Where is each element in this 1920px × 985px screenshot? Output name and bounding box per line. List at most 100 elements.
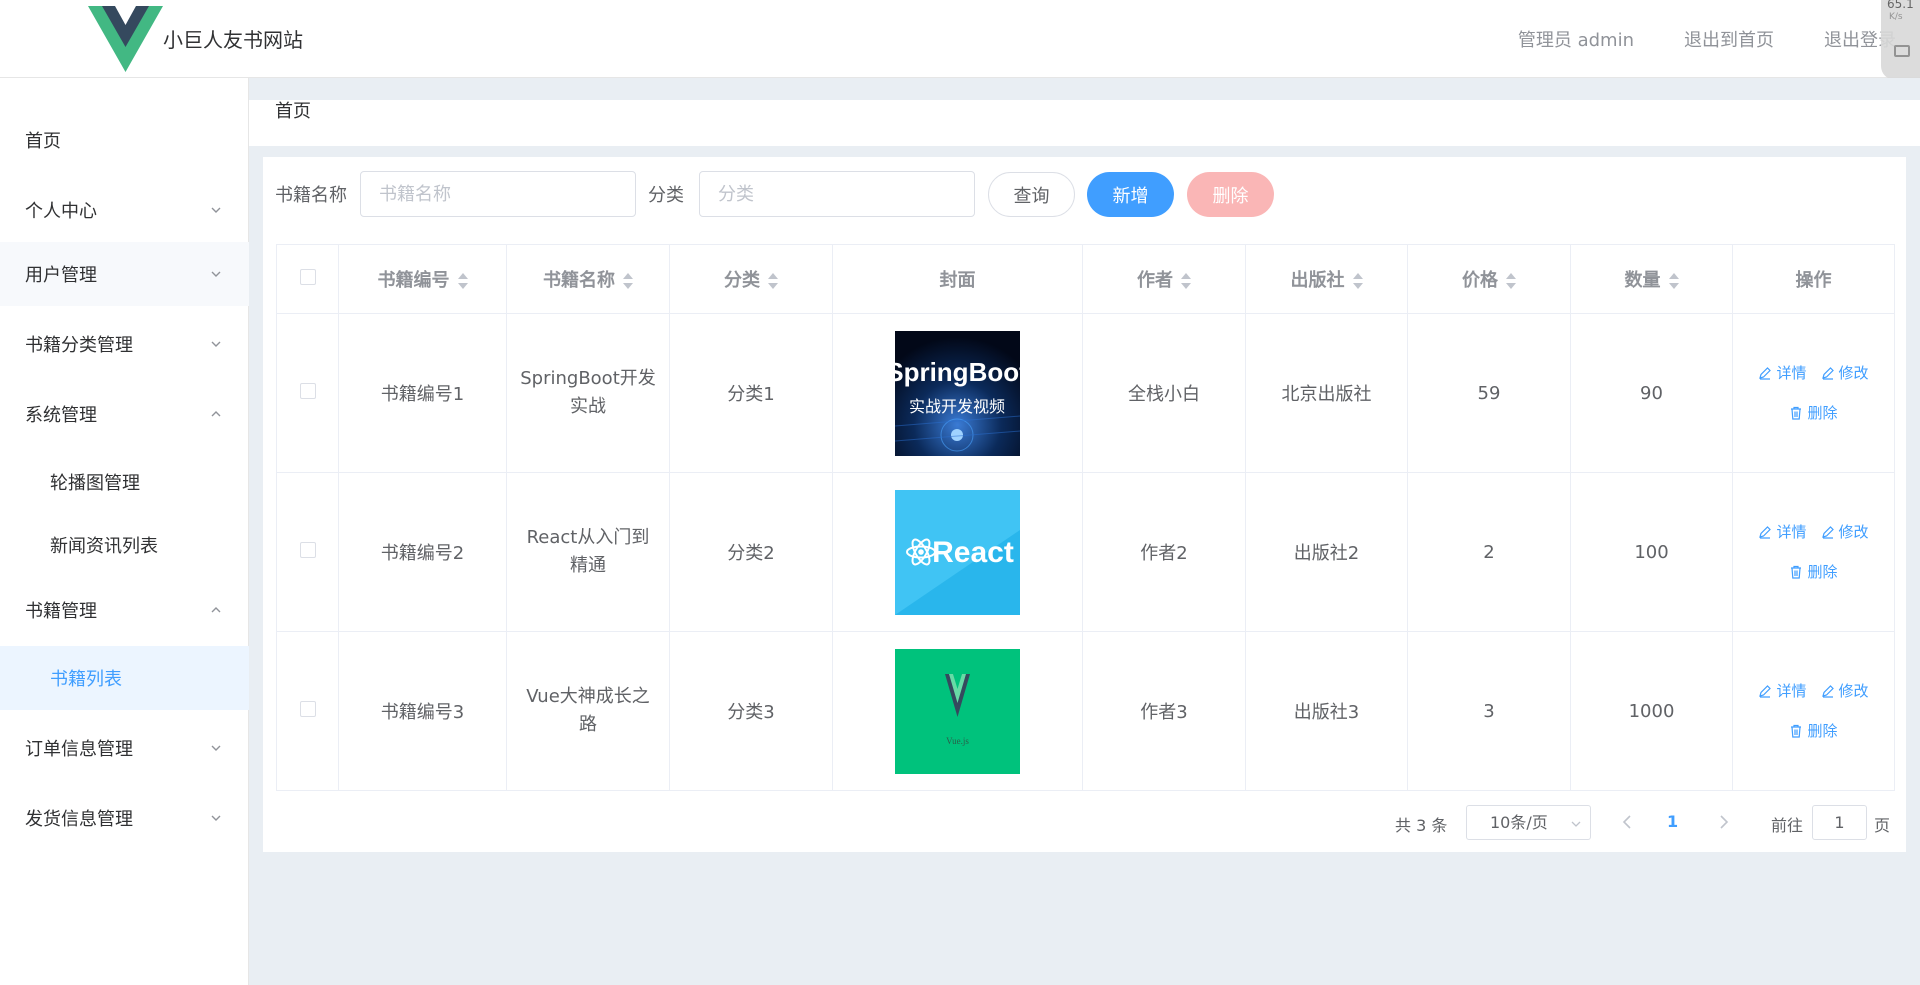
breadcrumb[interactable]: 首页 bbox=[275, 100, 311, 124]
header-book-name[interactable]: 书籍名称 bbox=[506, 244, 670, 314]
trash-icon bbox=[1791, 724, 1802, 738]
back-home-link[interactable]: 退出到首页 bbox=[1684, 26, 1774, 52]
row-checkbox[interactable] bbox=[299, 541, 316, 558]
header-label: 数量 bbox=[1624, 270, 1661, 291]
detail-link[interactable]: 详情 bbox=[1758, 681, 1807, 701]
actions-cell: 详情 修改 删除 bbox=[1732, 472, 1895, 632]
sort-icon[interactable] bbox=[1352, 273, 1363, 289]
row-delete-link[interactable]: 删除 bbox=[1789, 403, 1838, 423]
edit-icon bbox=[1759, 367, 1772, 380]
select-all-checkbox[interactable] bbox=[299, 268, 316, 285]
table-row: 书籍编号3 Vue大神成长之路 分类3 Vue.js 作者3 出版社3 3 10… bbox=[276, 631, 1895, 791]
sort-icon[interactable] bbox=[1668, 273, 1679, 289]
react-cover-image[interactable]: React bbox=[895, 489, 1020, 615]
book-name-text: React从入门到精通 bbox=[526, 527, 650, 576]
table-row: 书籍编号2 React从入门到精通 分类2 React 作者2 出版社2 2 1… bbox=[276, 472, 1895, 632]
site-title: 小巨人友书网站 bbox=[163, 28, 303, 52]
book-id-cell: 书籍编号3 bbox=[338, 631, 507, 791]
sidebar-item-book-category[interactable]: 书籍分类管理 bbox=[0, 312, 249, 376]
sidebar-item-book-list[interactable]: 书籍列表 bbox=[0, 646, 249, 710]
row-delete-link[interactable]: 删除 bbox=[1789, 562, 1838, 582]
row-checkbox[interactable] bbox=[299, 382, 316, 399]
header-quantity[interactable]: 数量 bbox=[1570, 244, 1733, 314]
sidebar-item-label: 系统管理 bbox=[25, 405, 97, 426]
cover-cell: Vue.js bbox=[832, 631, 1083, 791]
edit-icon bbox=[1759, 526, 1772, 539]
delete-button[interactable]: 删除 bbox=[1187, 172, 1274, 217]
camera-icon[interactable] bbox=[1894, 45, 1910, 57]
row-select-cell bbox=[276, 313, 339, 473]
header-label: 操作 bbox=[1795, 270, 1832, 291]
chevron-up-icon bbox=[211, 607, 221, 613]
category-input[interactable] bbox=[699, 171, 975, 217]
sidebar-item-shipping[interactable]: 发货信息管理 bbox=[0, 786, 249, 850]
category-cell: 分类2 bbox=[669, 472, 833, 632]
header-category[interactable]: 分类 bbox=[669, 244, 833, 314]
chevron-up-icon bbox=[211, 411, 221, 417]
header-label: 出版社 bbox=[1290, 270, 1345, 291]
header-author[interactable]: 作者 bbox=[1082, 244, 1246, 314]
user-label[interactable]: 管理员 admin bbox=[1518, 26, 1634, 52]
book-name-input[interactable] bbox=[360, 171, 636, 217]
edit-link[interactable]: 修改 bbox=[1821, 522, 1869, 542]
sort-icon[interactable] bbox=[1506, 273, 1516, 289]
page-number-current[interactable]: 1 bbox=[1667, 812, 1678, 831]
category-cell: 分类1 bbox=[669, 313, 833, 473]
detail-link[interactable]: 详情 bbox=[1758, 522, 1807, 542]
sidebar-item-personal-center[interactable]: 个人中心 bbox=[0, 178, 249, 242]
sidebar-item-users[interactable]: 用户管理 bbox=[0, 242, 249, 306]
sidebar-item-label: 订单信息管理 bbox=[25, 739, 133, 760]
publisher-cell: 出版社2 bbox=[1245, 472, 1408, 632]
sidebar-item-book-management[interactable]: 书籍管理 bbox=[0, 578, 249, 642]
page-size-select[interactable]: 10条/页 bbox=[1466, 805, 1591, 840]
vue-cover-image[interactable]: Vue.js bbox=[895, 648, 1020, 774]
book-name-text: SpringBoot开发实战 bbox=[520, 368, 656, 417]
book-name-cell: SpringBoot开发实战 bbox=[506, 313, 670, 473]
sort-icon[interactable] bbox=[623, 273, 633, 289]
pagination-total: 共 3 条 bbox=[1395, 816, 1448, 835]
sort-icon[interactable] bbox=[768, 273, 778, 289]
sidebar-item-orders[interactable]: 订单信息管理 bbox=[0, 716, 249, 780]
row-delete-link[interactable]: 删除 bbox=[1789, 721, 1838, 741]
header-book-id[interactable]: 书籍编号 bbox=[338, 244, 507, 314]
detail-link[interactable]: 详情 bbox=[1758, 363, 1807, 383]
quantity-cell: 100 bbox=[1570, 472, 1733, 632]
sidebar-item-news[interactable]: 新闻资讯列表 bbox=[0, 513, 249, 577]
sidebar-item-label: 书籍分类管理 bbox=[25, 335, 133, 356]
edit-label: 修改 bbox=[1838, 364, 1869, 382]
header-label: 分类 bbox=[724, 270, 760, 291]
book-name-label: 书籍名称 bbox=[275, 185, 347, 206]
sort-icon[interactable] bbox=[457, 273, 468, 289]
next-page-button[interactable] bbox=[1716, 812, 1732, 832]
row-checkbox[interactable] bbox=[299, 700, 316, 717]
cover-title: Vue.js bbox=[946, 736, 969, 746]
actions-cell: 详情 修改 删除 bbox=[1732, 631, 1895, 791]
query-button[interactable]: 查询 bbox=[988, 172, 1075, 217]
cover-cell: SpringBoot 实战开发视频 bbox=[832, 313, 1083, 473]
chevron-down-icon bbox=[211, 815, 221, 821]
edit-link[interactable]: 修改 bbox=[1821, 681, 1869, 701]
sort-icon[interactable] bbox=[1181, 273, 1191, 289]
floating-widget[interactable]: 65.1 K/s bbox=[1881, 0, 1920, 80]
header-publisher[interactable]: 出版社 bbox=[1245, 244, 1408, 314]
edit-icon bbox=[1821, 367, 1834, 380]
sidebar-item-home[interactable]: 首页 bbox=[0, 108, 249, 172]
sidebar-item-label: 首页 bbox=[25, 131, 61, 152]
prev-page-button[interactable] bbox=[1619, 812, 1635, 832]
detail-label: 详情 bbox=[1776, 523, 1807, 541]
sidebar-item-system[interactable]: 系统管理 bbox=[0, 382, 249, 446]
delete-label: 删除 bbox=[1807, 722, 1838, 740]
sidebar-item-label: 个人中心 bbox=[25, 201, 97, 222]
add-button[interactable]: 新增 bbox=[1087, 172, 1174, 217]
breadcrumb-bar: 首页 bbox=[249, 100, 1920, 146]
springboot-cover-image[interactable]: SpringBoot 实战开发视频 bbox=[895, 330, 1020, 456]
goto-page-input[interactable] bbox=[1812, 805, 1867, 840]
sidebar-item-carousel[interactable]: 轮播图管理 bbox=[0, 450, 249, 514]
sidebar: 首页 个人中心 用户管理 书籍分类管理 系统管理 轮播图管理 新闻资讯列表 书籍… bbox=[0, 78, 249, 985]
header-price[interactable]: 价格 bbox=[1407, 244, 1571, 314]
chevron-down-icon bbox=[211, 745, 221, 751]
author-cell: 作者3 bbox=[1082, 631, 1246, 791]
vue-logo-icon bbox=[88, 6, 163, 72]
edit-link[interactable]: 修改 bbox=[1821, 363, 1869, 383]
select-all-cell bbox=[276, 244, 339, 314]
